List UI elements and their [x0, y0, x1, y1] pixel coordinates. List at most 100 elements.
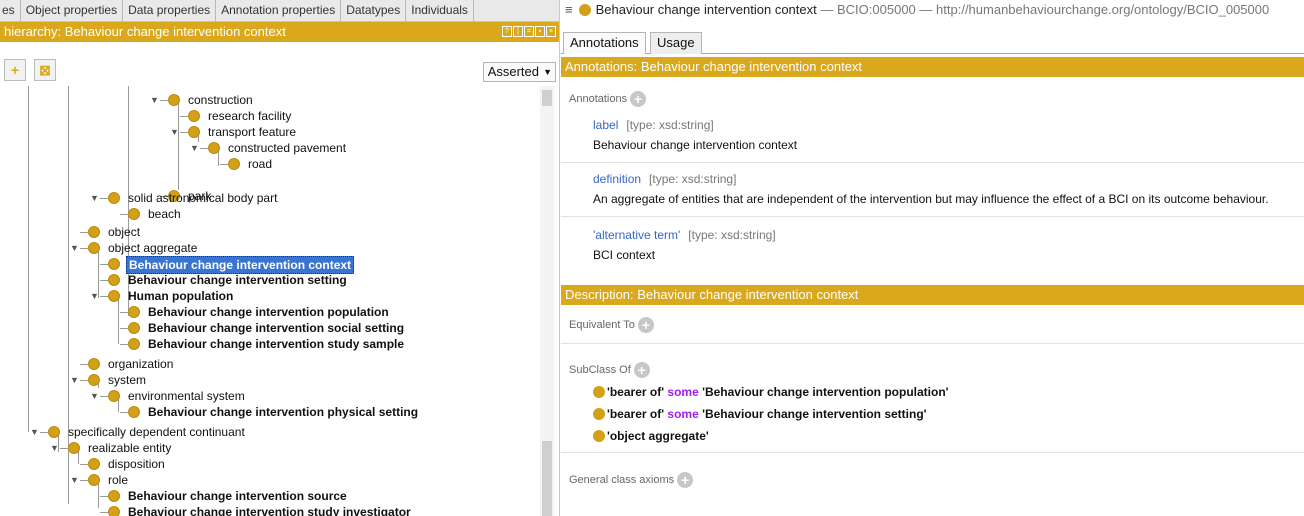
subclass-axiom[interactable]: 'bearer of' some 'Behaviour change inter…	[593, 384, 949, 400]
class-icon	[593, 408, 605, 420]
annotation-key[interactable]: label [type: xsd:string]	[593, 118, 714, 132]
expand-toggle-icon[interactable]: ▼	[30, 424, 39, 440]
class-icon	[108, 390, 120, 402]
entity-tab-bar: Annotations Usage	[561, 32, 1304, 54]
entity-pane: ≡ Behaviour change intervention context —…	[561, 0, 1304, 516]
annotation-key-text[interactable]: 'alternative term'	[593, 228, 680, 242]
class-icon	[228, 158, 240, 170]
tab-classes[interactable]: es	[0, 0, 21, 21]
expand-toggle-icon[interactable]: ▼	[150, 92, 159, 108]
annotation-type: [type: xsd:string]	[649, 172, 737, 186]
menu-icon[interactable]: ≡	[565, 2, 573, 17]
tree-node-label[interactable]: object aggregate	[106, 240, 199, 256]
tab-annotations[interactable]: Annotations	[563, 32, 646, 54]
help-icon[interactable]: ?	[502, 26, 512, 37]
tab-usage[interactable]: Usage	[650, 32, 702, 54]
tree-node-label[interactable]: road	[246, 156, 274, 172]
tree-node-label[interactable]: Behaviour change intervention population	[146, 304, 391, 320]
axiom-keyword: some	[667, 407, 699, 421]
expand-toggle-icon[interactable]: ▼	[70, 372, 79, 388]
add-general-axiom-icon[interactable]: +	[677, 472, 694, 488]
tree-node-label[interactable]: construction	[186, 92, 255, 108]
scroll-thumb[interactable]	[542, 441, 552, 516]
expand-toggle-icon[interactable]: ▼	[90, 388, 99, 404]
tree-node-label[interactable]: Behaviour change intervention study inve…	[126, 504, 413, 516]
tree-node-label[interactable]: beach	[146, 206, 183, 222]
tree-node-label[interactable]: system	[106, 372, 148, 388]
add-annotation-icon[interactable]: +	[630, 91, 647, 107]
divider	[561, 162, 1304, 163]
add-subclass-button[interactable]: +	[4, 59, 26, 81]
float-icon[interactable]: ▪	[535, 26, 545, 37]
tree-connector-line	[120, 344, 128, 345]
annotation-key-text[interactable]: label	[593, 118, 618, 132]
annotation-value: BCI context	[593, 248, 656, 262]
tree-node-label[interactable]: research facility	[206, 108, 293, 124]
subclass-of-label: SubClass Of	[569, 363, 631, 376]
hierarchy-mode-select[interactable]: Asserted ▼	[482, 62, 556, 82]
close-icon[interactable]: ×	[546, 26, 556, 37]
expand-toggle-icon[interactable]: ▼	[70, 472, 79, 488]
expand-toggle-icon[interactable]: ▼	[70, 240, 79, 256]
subclass-axiom[interactable]: 'object aggregate'	[593, 428, 709, 444]
tree-node-label[interactable]: organization	[106, 356, 175, 372]
equivalent-to-label: Equivalent To	[569, 318, 635, 331]
tree-node-label[interactable]: object	[106, 224, 142, 240]
tree-node-label[interactable]: Behaviour change intervention social set…	[146, 320, 406, 336]
tree-node-label[interactable]: solid astronomical body part	[126, 190, 279, 206]
expand-toggle-icon[interactable]: ▼	[90, 190, 99, 206]
expand-toggle-icon[interactable]: ▼	[170, 124, 179, 140]
subclass-axiom[interactable]: 'bearer of' some 'Behaviour change inter…	[593, 406, 927, 422]
hierarchy-title: hierarchy: Behaviour change intervention…	[0, 22, 559, 42]
tree-connector-line	[118, 296, 119, 344]
general-axioms-section: General class axioms +	[569, 472, 694, 488]
tree-connector-line	[120, 214, 128, 215]
annotation-key[interactable]: 'alternative term' [type: xsd:string]	[593, 228, 776, 242]
class-icon	[578, 4, 591, 16]
header-separator: —	[919, 2, 933, 17]
annotation-value: Behaviour change intervention context	[593, 138, 798, 152]
tree-node-label[interactable]: specifically dependent continuant	[66, 424, 247, 440]
annotations-label: Annotations	[569, 92, 628, 105]
hierarchy-title-text: hierarchy: Behaviour change intervention…	[4, 24, 286, 39]
tree-node-label[interactable]: Behaviour change intervention setting	[126, 272, 349, 288]
expand-toggle-icon[interactable]: ▼	[190, 140, 199, 156]
tree-node-label[interactable]: transport feature	[206, 124, 298, 140]
tree-node-label[interactable]: disposition	[106, 456, 167, 472]
annotations-section-label: Annotations +	[569, 91, 647, 107]
scroll-marker	[542, 90, 552, 106]
tree-connector-line	[80, 248, 88, 249]
add-equivalent-icon[interactable]: +	[637, 317, 654, 333]
annotation-type: [type: xsd:string]	[626, 118, 714, 132]
tree-node-label[interactable]: environmental system	[126, 388, 247, 404]
tree-node-label[interactable]: Behaviour change intervention study samp…	[146, 336, 406, 352]
tree-node-label[interactable]: realizable entity	[86, 440, 173, 456]
tree-scrollbar[interactable]	[540, 86, 554, 516]
tab-datatypes[interactable]: Datatypes	[341, 0, 407, 21]
tab-annotation-properties[interactable]: Annotation properties	[216, 0, 342, 21]
class-icon	[68, 442, 80, 454]
axiom-property: 'bearer of'	[607, 407, 665, 421]
add-superclass-icon[interactable]: +	[633, 362, 650, 378]
annotation-type: [type: xsd:string]	[688, 228, 776, 242]
tree-node-label[interactable]: constructed pavement	[226, 140, 348, 156]
expand-toggle-icon[interactable]: ▼	[50, 440, 59, 456]
tree-node-label[interactable]: role	[106, 472, 130, 488]
split-vertical-icon[interactable]: |	[513, 26, 523, 37]
class-icon	[108, 506, 120, 516]
tab-object-properties[interactable]: Object properties	[21, 0, 124, 21]
annotation-key[interactable]: definition [type: xsd:string]	[593, 172, 736, 186]
class-icon	[88, 226, 100, 238]
tree-node-label[interactable]: Behaviour change intervention source	[126, 488, 349, 504]
annotation-key-text[interactable]: definition	[593, 172, 641, 186]
class-icon	[108, 290, 120, 302]
expand-toggle-icon[interactable]: ▼	[90, 288, 99, 304]
split-horizontal-icon[interactable]: =	[524, 26, 534, 37]
tab-data-properties[interactable]: Data properties	[123, 0, 217, 21]
class-icon	[188, 126, 200, 138]
protege-window: es Object properties Data properties Annota…	[0, 0, 1304, 516]
tree-node-label[interactable]: Behaviour change intervention physical s…	[146, 404, 420, 420]
tab-individuals[interactable]: Individuals	[406, 0, 474, 21]
delete-class-button[interactable]: ⊠	[34, 59, 56, 81]
tree-node-label[interactable]: Human population	[126, 288, 235, 304]
